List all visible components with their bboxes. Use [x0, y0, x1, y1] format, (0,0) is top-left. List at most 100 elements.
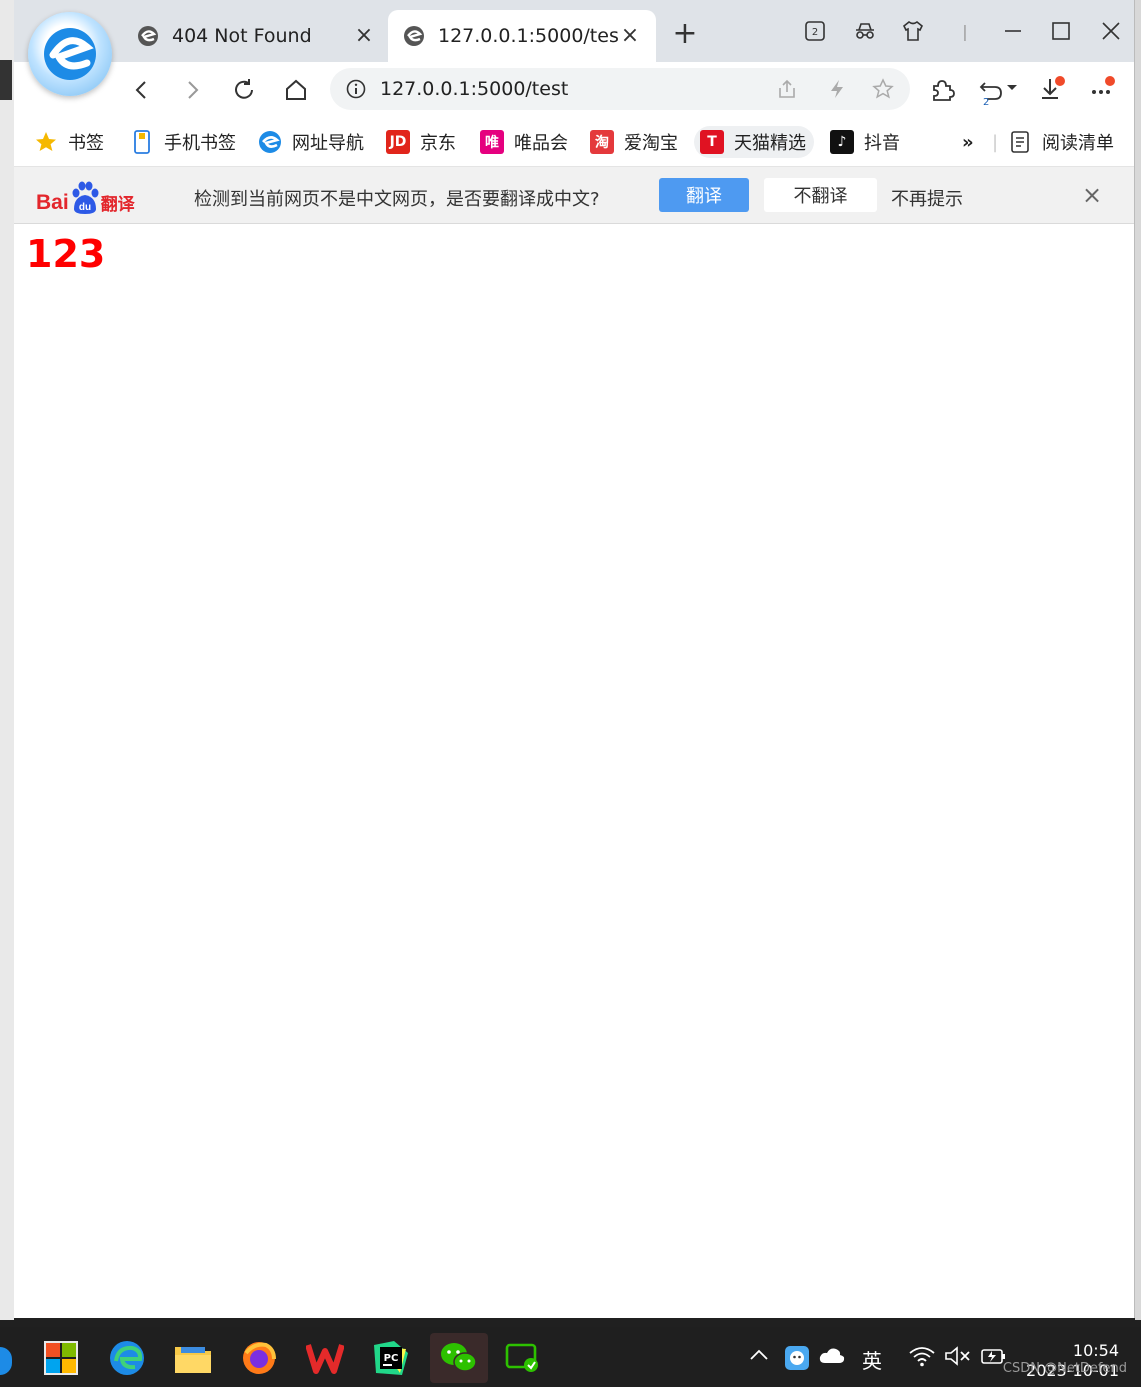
separator: |	[992, 131, 999, 153]
bookmark-aitaobao[interactable]: 淘 爱淘宝	[590, 126, 678, 158]
svg-text:du: du	[79, 202, 91, 213]
incognito-icon[interactable]	[850, 16, 880, 46]
lightning-icon[interactable]	[826, 78, 848, 100]
remote-desktop-icon[interactable]	[496, 1333, 550, 1383]
taobao-icon: 淘	[590, 130, 614, 154]
bookmark-label: 京东	[420, 133, 456, 154]
bookmarks-bar: 书签 手机书签 网址导航 JD 京东 唯 唯品会 淘 爱淘宝 T 天猫精选 ♪ …	[14, 118, 1134, 167]
cloud-icon[interactable]	[818, 1345, 846, 1365]
separator: |	[962, 21, 968, 41]
history-badge: 2	[983, 97, 989, 105]
page-content: 123	[14, 224, 1134, 1318]
refresh-button[interactable]	[226, 72, 262, 108]
wechat-icon[interactable]	[430, 1333, 488, 1383]
no-translate-button[interactable]: 不翻译	[764, 178, 877, 212]
share-icon[interactable]	[776, 78, 798, 100]
volume-muted-icon[interactable]	[944, 1345, 972, 1367]
more-bookmarks-button[interactable]: »	[962, 126, 974, 158]
edge-partial-icon	[0, 1347, 12, 1375]
bookmark-label: 抖音	[864, 133, 900, 154]
bookmark-label: 网址导航	[292, 133, 364, 154]
star-icon	[34, 130, 58, 154]
bookmark-vip[interactable]: 唯 唯品会	[480, 126, 568, 158]
never-show-button[interactable]: 不再提示	[891, 185, 963, 211]
tab-label: 404 Not Found	[172, 25, 312, 47]
navigation-toolbar: 127.0.0.1:5000/test 2	[14, 62, 1134, 118]
page-heading: 123	[26, 232, 106, 276]
bookmark-label: 唯品会	[514, 133, 568, 154]
tab-test[interactable]: 127.0.0.1:5000/test ×	[388, 10, 656, 62]
browser-logo[interactable]	[28, 12, 112, 96]
bookmark-douyin[interactable]: ♪ 抖音	[830, 126, 900, 158]
desktop-background-right	[1135, 0, 1141, 1320]
browser-window: 404 Not Found × 127.0.0.1:5000/test × + …	[14, 0, 1135, 1318]
close-window-button[interactable]	[1096, 16, 1126, 46]
bookmark-mobile[interactable]: 手机书签	[130, 126, 236, 158]
info-icon[interactable]	[346, 79, 366, 99]
chevron-up-icon[interactable]	[748, 1345, 770, 1365]
bookmark-label: 天猫精选	[734, 133, 806, 154]
firefox-icon[interactable]	[232, 1333, 286, 1383]
wps-icon[interactable]	[298, 1333, 352, 1383]
browser-e-icon	[136, 24, 160, 48]
browser-e-icon	[258, 130, 282, 154]
phone-icon	[130, 130, 154, 154]
address-bar[interactable]: 127.0.0.1:5000/test	[330, 68, 910, 110]
tab-label: 127.0.0.1:5000/test	[438, 25, 618, 47]
bookmark-label: 阅读清单	[1042, 133, 1114, 154]
history-undo-button[interactable]: 2	[976, 72, 1022, 108]
csdn-watermark: CSDN @NetDefend	[1002, 1361, 1127, 1376]
translate-bar: Bai du 翻译 检测到当前网页不是中文网页，是否要翻译成中文? 翻译 不翻译…	[14, 167, 1134, 224]
file-explorer-icon[interactable]	[166, 1333, 220, 1383]
taskbar: PC 英 10:54 2023-10-01 CSDN @NetDefend	[0, 1327, 1141, 1387]
tmall-icon: T	[700, 130, 724, 154]
favorite-star-icon[interactable]	[872, 78, 894, 100]
vip-icon: 唯	[480, 130, 504, 154]
new-tab-button[interactable]: +	[670, 19, 700, 50]
reading-list-icon	[1008, 130, 1032, 154]
minimize-button[interactable]	[998, 16, 1028, 46]
bookmark-label: 爱淘宝	[624, 133, 678, 154]
title-bar: 404 Not Found × 127.0.0.1:5000/test × + …	[14, 0, 1134, 62]
url-text[interactable]: 127.0.0.1:5000/test	[380, 78, 568, 100]
tab-overview-button[interactable]: 2	[800, 16, 830, 46]
bookmark-bookmarks[interactable]: 书签	[34, 126, 104, 158]
douyin-icon: ♪	[830, 130, 854, 154]
more-menu-icon[interactable]	[1084, 72, 1120, 108]
browser-e-icon	[402, 24, 426, 48]
jd-icon: JD	[386, 130, 410, 154]
baidu-translate-logo: Bai du 翻译	[36, 175, 135, 215]
svg-text:PC: PC	[384, 1353, 399, 1364]
home-button[interactable]	[278, 72, 314, 108]
desktop-background-strip	[0, 60, 12, 100]
close-icon[interactable]: ×	[1082, 181, 1102, 209]
wifi-icon[interactable]	[908, 1345, 936, 1367]
start-button[interactable]	[34, 1333, 88, 1383]
download-icon[interactable]	[1034, 72, 1070, 108]
back-button[interactable]	[124, 72, 160, 108]
tab-404-not-found[interactable]: 404 Not Found ×	[122, 10, 390, 62]
bookmark-label: 手机书签	[164, 133, 236, 154]
bookmark-jd[interactable]: JD 京东	[386, 126, 456, 158]
tab-count: 2	[812, 27, 818, 38]
close-icon[interactable]: ×	[352, 24, 376, 48]
qq-tray-icon[interactable]	[784, 1345, 810, 1371]
skin-icon[interactable]	[898, 16, 928, 46]
maximize-button[interactable]	[1046, 16, 1076, 46]
pycharm-icon[interactable]: PC	[364, 1333, 418, 1383]
bookmark-navigation[interactable]: 网址导航	[258, 126, 364, 158]
bookmark-label: 书签	[68, 133, 104, 154]
extensions-icon[interactable]	[924, 72, 960, 108]
desktop-background-left	[0, 0, 14, 1320]
input-language-indicator[interactable]: 英	[862, 1345, 882, 1374]
bookmark-tmall[interactable]: T 天猫精选	[694, 126, 814, 158]
more-bookmarks-label: »	[962, 131, 974, 153]
translate-button[interactable]: 翻译	[659, 178, 749, 212]
close-icon[interactable]: ×	[618, 24, 642, 48]
baidu-paw-icon: du	[72, 181, 99, 214]
translate-message: 检测到当前网页不是中文网页，是否要翻译成中文?	[194, 189, 600, 210]
forward-button[interactable]	[174, 72, 210, 108]
reading-list-button[interactable]: 阅读清单	[1008, 126, 1114, 158]
edge-icon[interactable]	[100, 1333, 154, 1383]
clock-time: 10:54	[1072, 1341, 1119, 1360]
